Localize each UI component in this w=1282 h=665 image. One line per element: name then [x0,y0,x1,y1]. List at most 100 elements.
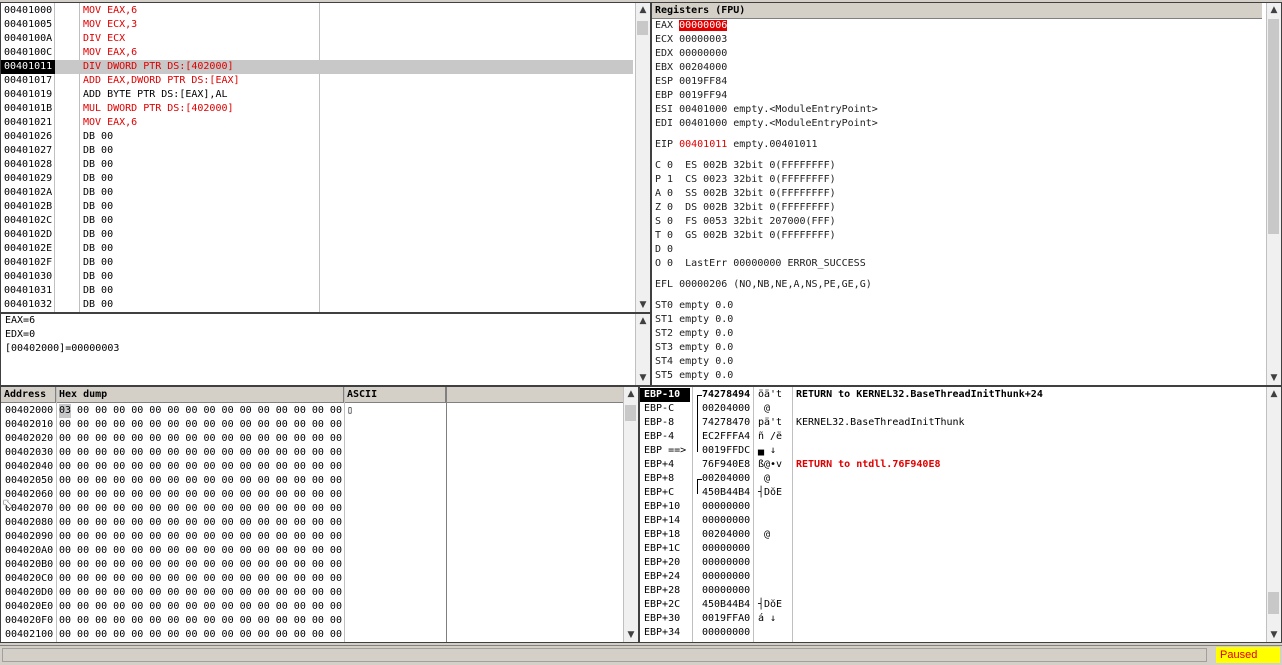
stack-offset[interactable]: EBP+30 [640,612,690,626]
register-line[interactable]: ST4 empty 0.0 [655,355,733,369]
register-line[interactable]: ST0 empty 0.0 [655,299,733,313]
dump-hex[interactable]: 00 00 00 00 00 00 00 00 00 00 00 00 00 0… [59,502,342,516]
dump-hex[interactable]: 00 00 00 00 00 00 00 00 00 00 00 00 00 0… [59,418,342,432]
disasm-address[interactable]: 0040101B [1,102,55,116]
stack-offset[interactable]: EBP+4 [640,458,690,472]
dump-hex[interactable]: 00 00 00 00 00 00 00 00 00 00 00 00 00 0… [59,404,342,418]
disasm-row[interactable]: 00401027 DB 00 [1,144,633,158]
stack-offset[interactable]: EBP+10 [640,500,690,514]
disasm-instruction[interactable]: DB 00 [83,158,113,172]
stack-value[interactable]: 00000000 [702,570,750,584]
stack-value[interactable]: 0019FFDC [702,444,750,458]
dump-row[interactable]: 00402050 00 00 00 00 00 00 00 00 00 00 00… [1,474,623,488]
dump-pane[interactable]: Address Hex dump ASCII 00402000 00 00 00… [0,386,639,643]
dump-address[interactable]: 004020F0 [5,614,53,628]
disasm-instruction[interactable]: DB 00 [83,284,113,298]
disasm-instruction[interactable]: DIV ECX [83,32,125,46]
scroll-down-icon[interactable]: ▼ [1267,371,1281,385]
dump-hex[interactable]: 00 00 00 00 00 00 00 00 00 00 00 00 00 0… [59,488,342,502]
stack-offset[interactable]: EBP+1C [640,542,690,556]
register-line[interactable]: O 0 LastErr 00000000 ERROR_SUCCESS [655,257,866,271]
dump-row[interactable]: 00402030 00 00 00 00 00 00 00 00 00 00 00… [1,446,623,460]
dump-row[interactable]: 004020D0 00 00 00 00 00 00 00 00 00 00 00… [1,586,623,600]
stack-offset[interactable]: EBP-8 [640,416,690,430]
stack-row[interactable]: EBP+8 00204000 @ [640,472,1266,486]
dump-address[interactable]: 00402020 [5,432,53,446]
register-line[interactable]: ST1 empty 0.0 [655,313,733,327]
disassembly-pane[interactable]: 00401000 MOV EAX,6 00401005 MOV ECX,3 004010… [0,2,651,313]
dump-address[interactable]: 00402100 [5,628,53,642]
dump-hex[interactable]: 00 00 00 00 00 00 00 00 00 00 00 00 00 0… [59,446,342,460]
scroll-down-icon[interactable]: ▼ [636,298,650,312]
stack-value[interactable]: 00000000 [702,542,750,556]
stack-row[interactable]: EBP+30 0019FFA0 á ↓ [640,612,1266,626]
stack-value[interactable]: 00204000 [702,402,750,416]
dump-address[interactable]: 00402000 [5,404,53,418]
dump-scrollbar[interactable]: ▲ ▼ [623,387,638,642]
stack-offset[interactable]: EBP+28 [640,584,690,598]
disasm-row[interactable]: 0040102B DB 00 [1,200,633,214]
register-line[interactable]: C 0 ES 002B 32bit 0(FFFFFFFF) [655,159,836,173]
stack-value[interactable]: 00000000 [702,500,750,514]
stack-offset[interactable]: EBP+8 [640,472,690,486]
dump-hex[interactable]: 00 00 00 00 00 00 00 00 00 00 00 00 00 0… [59,628,342,642]
disasm-instruction[interactable]: DIV DWORD PTR DS:[402000] [83,60,234,74]
dump-hex[interactable]: 00 00 00 00 00 00 00 00 00 00 00 00 00 0… [59,474,342,488]
disasm-row[interactable]: 0040102F DB 00 [1,256,633,270]
stack-row[interactable]: EBP+14 00000000 [640,514,1266,528]
disasm-row[interactable]: 00401011 DIV DWORD PTR DS:[402000] [1,60,633,74]
stack-value[interactable]: 74278470 [702,416,750,430]
disasm-instruction[interactable]: DB 00 [83,228,113,242]
stack-pane[interactable]: EBP-10 74278494 öä't RETURN to KERNEL32.Bas… [639,386,1282,643]
register-line[interactable]: EBX 00204000 [655,61,727,75]
dump-row[interactable]: 004020A0 00 00 00 00 00 00 00 00 00 00 00… [1,544,623,558]
dump-hex[interactable]: 00 00 00 00 00 00 00 00 00 00 00 00 00 0… [59,558,342,572]
disasm-address[interactable]: 0040102F [1,256,55,270]
dump-hex[interactable]: 00 00 00 00 00 00 00 00 00 00 00 00 00 0… [59,432,342,446]
stack-offset[interactable]: EBP+18 [640,528,690,542]
disasm-row[interactable]: 00401021 MOV EAX,6 [1,116,633,130]
register-line[interactable]: S 0 FS 0053 32bit 207000(FFF) [655,215,836,229]
stack-row[interactable]: EBP+24 00000000 [640,570,1266,584]
stack-row[interactable]: EBP+34 00000000 [640,626,1266,640]
disasm-instruction[interactable]: DB 00 [83,242,113,256]
dump-address[interactable]: 00402010 [5,418,53,432]
info-scrollbar[interactable]: ▲ ▼ [635,314,650,385]
disasm-address[interactable]: 0040102D [1,228,55,242]
stack-scrollbar[interactable]: ▲ ▼ [1266,387,1281,642]
disasm-row[interactable]: 00401026 DB 00 [1,130,633,144]
stack-offset[interactable]: EBP ==> [640,444,690,458]
disasm-address[interactable]: 00401028 [1,158,55,172]
dump-hex[interactable]: 00 00 00 00 00 00 00 00 00 00 00 00 00 0… [59,516,342,530]
dump-hex[interactable]: 00 00 00 00 00 00 00 00 00 00 00 00 00 0… [59,572,342,586]
disasm-instruction[interactable]: DB 00 [83,256,113,270]
stack-offset[interactable]: EBP+14 [640,514,690,528]
disasm-instruction[interactable]: DB 00 [83,144,113,158]
disasm-address[interactable]: 0040102A [1,186,55,200]
disasm-instruction[interactable]: MUL DWORD PTR DS:[402000] [83,102,234,116]
stack-row[interactable]: EBP+2C 450B44B4 ┤DŏE [640,598,1266,612]
register-line[interactable]: P 1 CS 0023 32bit 0(FFFFFFFF) [655,173,836,187]
disasm-row[interactable]: 0040100C MOV EAX,6 [1,46,633,60]
dump-header-ascii[interactable]: ASCII [344,387,446,403]
stack-value[interactable]: 450B44B4 [702,486,750,500]
disasm-instruction[interactable]: ADD BYTE PTR DS:[EAX],AL [83,88,228,102]
dump-address[interactable]: 00402090 [5,530,53,544]
dump-address[interactable]: 004020B0 [5,558,53,572]
stack-offset[interactable]: EBP+2C [640,598,690,612]
disasm-row[interactable]: 0040100A DIV ECX [1,32,633,46]
dump-address[interactable]: 00402050 [5,474,53,488]
dump-header-address[interactable]: Address [1,387,56,403]
stack-value[interactable]: 450B44B4 [702,598,750,612]
dump-row[interactable]: 00402080 00 00 00 00 00 00 00 00 00 00 00… [1,516,623,530]
disasm-address[interactable]: 0040102B [1,200,55,214]
disasm-row[interactable]: 0040101B MUL DWORD PTR DS:[402000] [1,102,633,116]
stack-offset[interactable]: EBP-C [640,402,690,416]
register-line[interactable]: EBP 0019FF94 [655,89,727,103]
stack-value[interactable]: 00204000 [702,472,750,486]
register-line[interactable]: A 0 SS 002B 32bit 0(FFFFFFFF) [655,187,836,201]
dump-row[interactable]: 004020F0 00 00 00 00 00 00 00 00 00 00 00… [1,614,623,628]
scroll-up-icon[interactable]: ▲ [1267,387,1281,401]
disasm-row[interactable]: 00401032 DB 00 [1,298,633,312]
disasm-row[interactable]: 0040102D DB 00 [1,228,633,242]
